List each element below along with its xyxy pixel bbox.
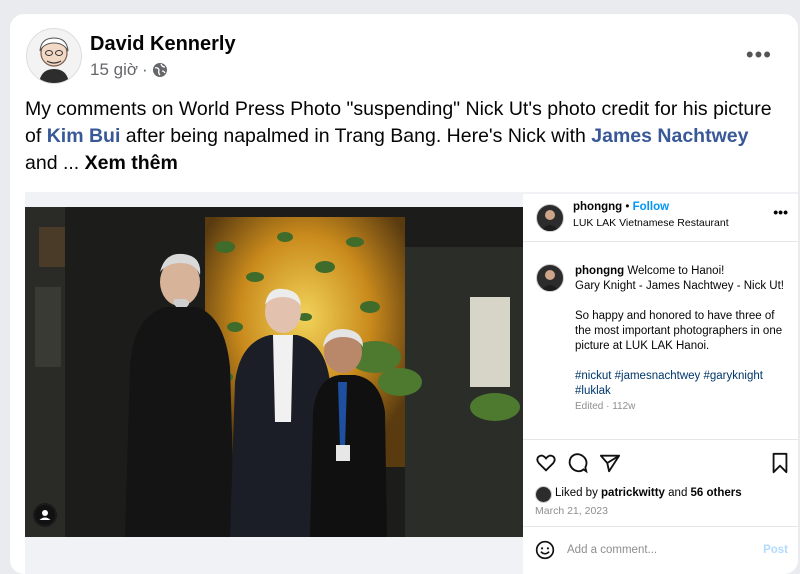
- heart-icon[interactable]: [535, 452, 557, 479]
- more-horizontal-icon[interactable]: •••: [773, 204, 788, 220]
- ig-header-line: phongng • Follow: [573, 201, 669, 213]
- bookmark-icon[interactable]: [770, 452, 790, 479]
- divider: [523, 439, 798, 440]
- ig-location[interactable]: LUK LAK Vietnamese Restaurant: [573, 217, 729, 229]
- divider: [523, 526, 798, 527]
- instagram-panel: phongng • Follow LUK LAK Vietnamese Rest…: [523, 194, 798, 574]
- comment-icon[interactable]: [567, 452, 589, 479]
- facebook-post-card: David Kennerly 15 giờ · ••• My comments …: [10, 14, 798, 574]
- post-date: March 21, 2023: [535, 505, 608, 517]
- more-options-icon[interactable]: •••: [746, 42, 772, 68]
- tag-link-james-nachtwey[interactable]: James Nachtwey: [591, 125, 748, 147]
- post-text: My comments on World Press Photo "suspen…: [25, 96, 785, 177]
- author-name[interactable]: David Kennerly: [90, 33, 236, 56]
- author-avatar[interactable]: [26, 28, 82, 84]
- post-time[interactable]: 15 giờ: [90, 60, 138, 80]
- user-tag-icon[interactable]: [35, 505, 55, 525]
- meta-separator: ·: [142, 60, 148, 79]
- ig-caption-line2: Gary Knight - James Nachtwey - Nick Ut!: [575, 280, 784, 292]
- ig-hashtags[interactable]: #nickut #jamesnachtwey #garyknight #lukl…: [575, 370, 763, 397]
- ig-caption-avatar[interactable]: [536, 264, 564, 292]
- follow-button[interactable]: Follow: [633, 201, 669, 213]
- liked-by-avatar[interactable]: [535, 486, 552, 503]
- liked-by-and: and: [664, 487, 691, 499]
- post-meta: 15 giờ ·: [90, 60, 168, 80]
- comment-input[interactable]: Add a comment...: [567, 544, 657, 556]
- ig-edited: Edited · 112w: [575, 401, 636, 412]
- liked-by-prefix: Liked by: [555, 487, 602, 499]
- post-photo[interactable]: [25, 207, 523, 537]
- liked-by-user[interactable]: patrickwitty: [601, 487, 665, 499]
- ig-caption-para2: So happy and honored to have three of th…: [575, 310, 783, 352]
- see-more-link[interactable]: Xem thêm: [85, 152, 178, 174]
- emoji-icon[interactable]: [535, 540, 555, 565]
- ig-username[interactable]: phongng: [573, 201, 622, 213]
- ig-header-avatar[interactable]: [536, 204, 564, 232]
- post-comment-button[interactable]: Post: [763, 544, 788, 556]
- globe-icon[interactable]: [152, 62, 168, 78]
- ig-caption-username[interactable]: phongng: [575, 265, 624, 277]
- post-text-part-3: and ...: [25, 152, 85, 174]
- liked-by-line: Liked by patrickwitty and 56 others: [555, 487, 742, 499]
- liked-by-others[interactable]: 56 others: [691, 487, 742, 499]
- ig-caption-line1: Welcome to Hanoi!: [624, 265, 725, 277]
- divider: [523, 241, 798, 242]
- post-text-part-2: after being napalmed in Trang Bang. Here…: [120, 125, 592, 147]
- share-icon[interactable]: [599, 452, 621, 479]
- ig-caption: phongng Welcome to Hanoi! Gary Knight - …: [575, 264, 789, 414]
- ig-dot: •: [625, 201, 630, 213]
- tag-link-kim-bui[interactable]: Kim Bui: [47, 125, 121, 147]
